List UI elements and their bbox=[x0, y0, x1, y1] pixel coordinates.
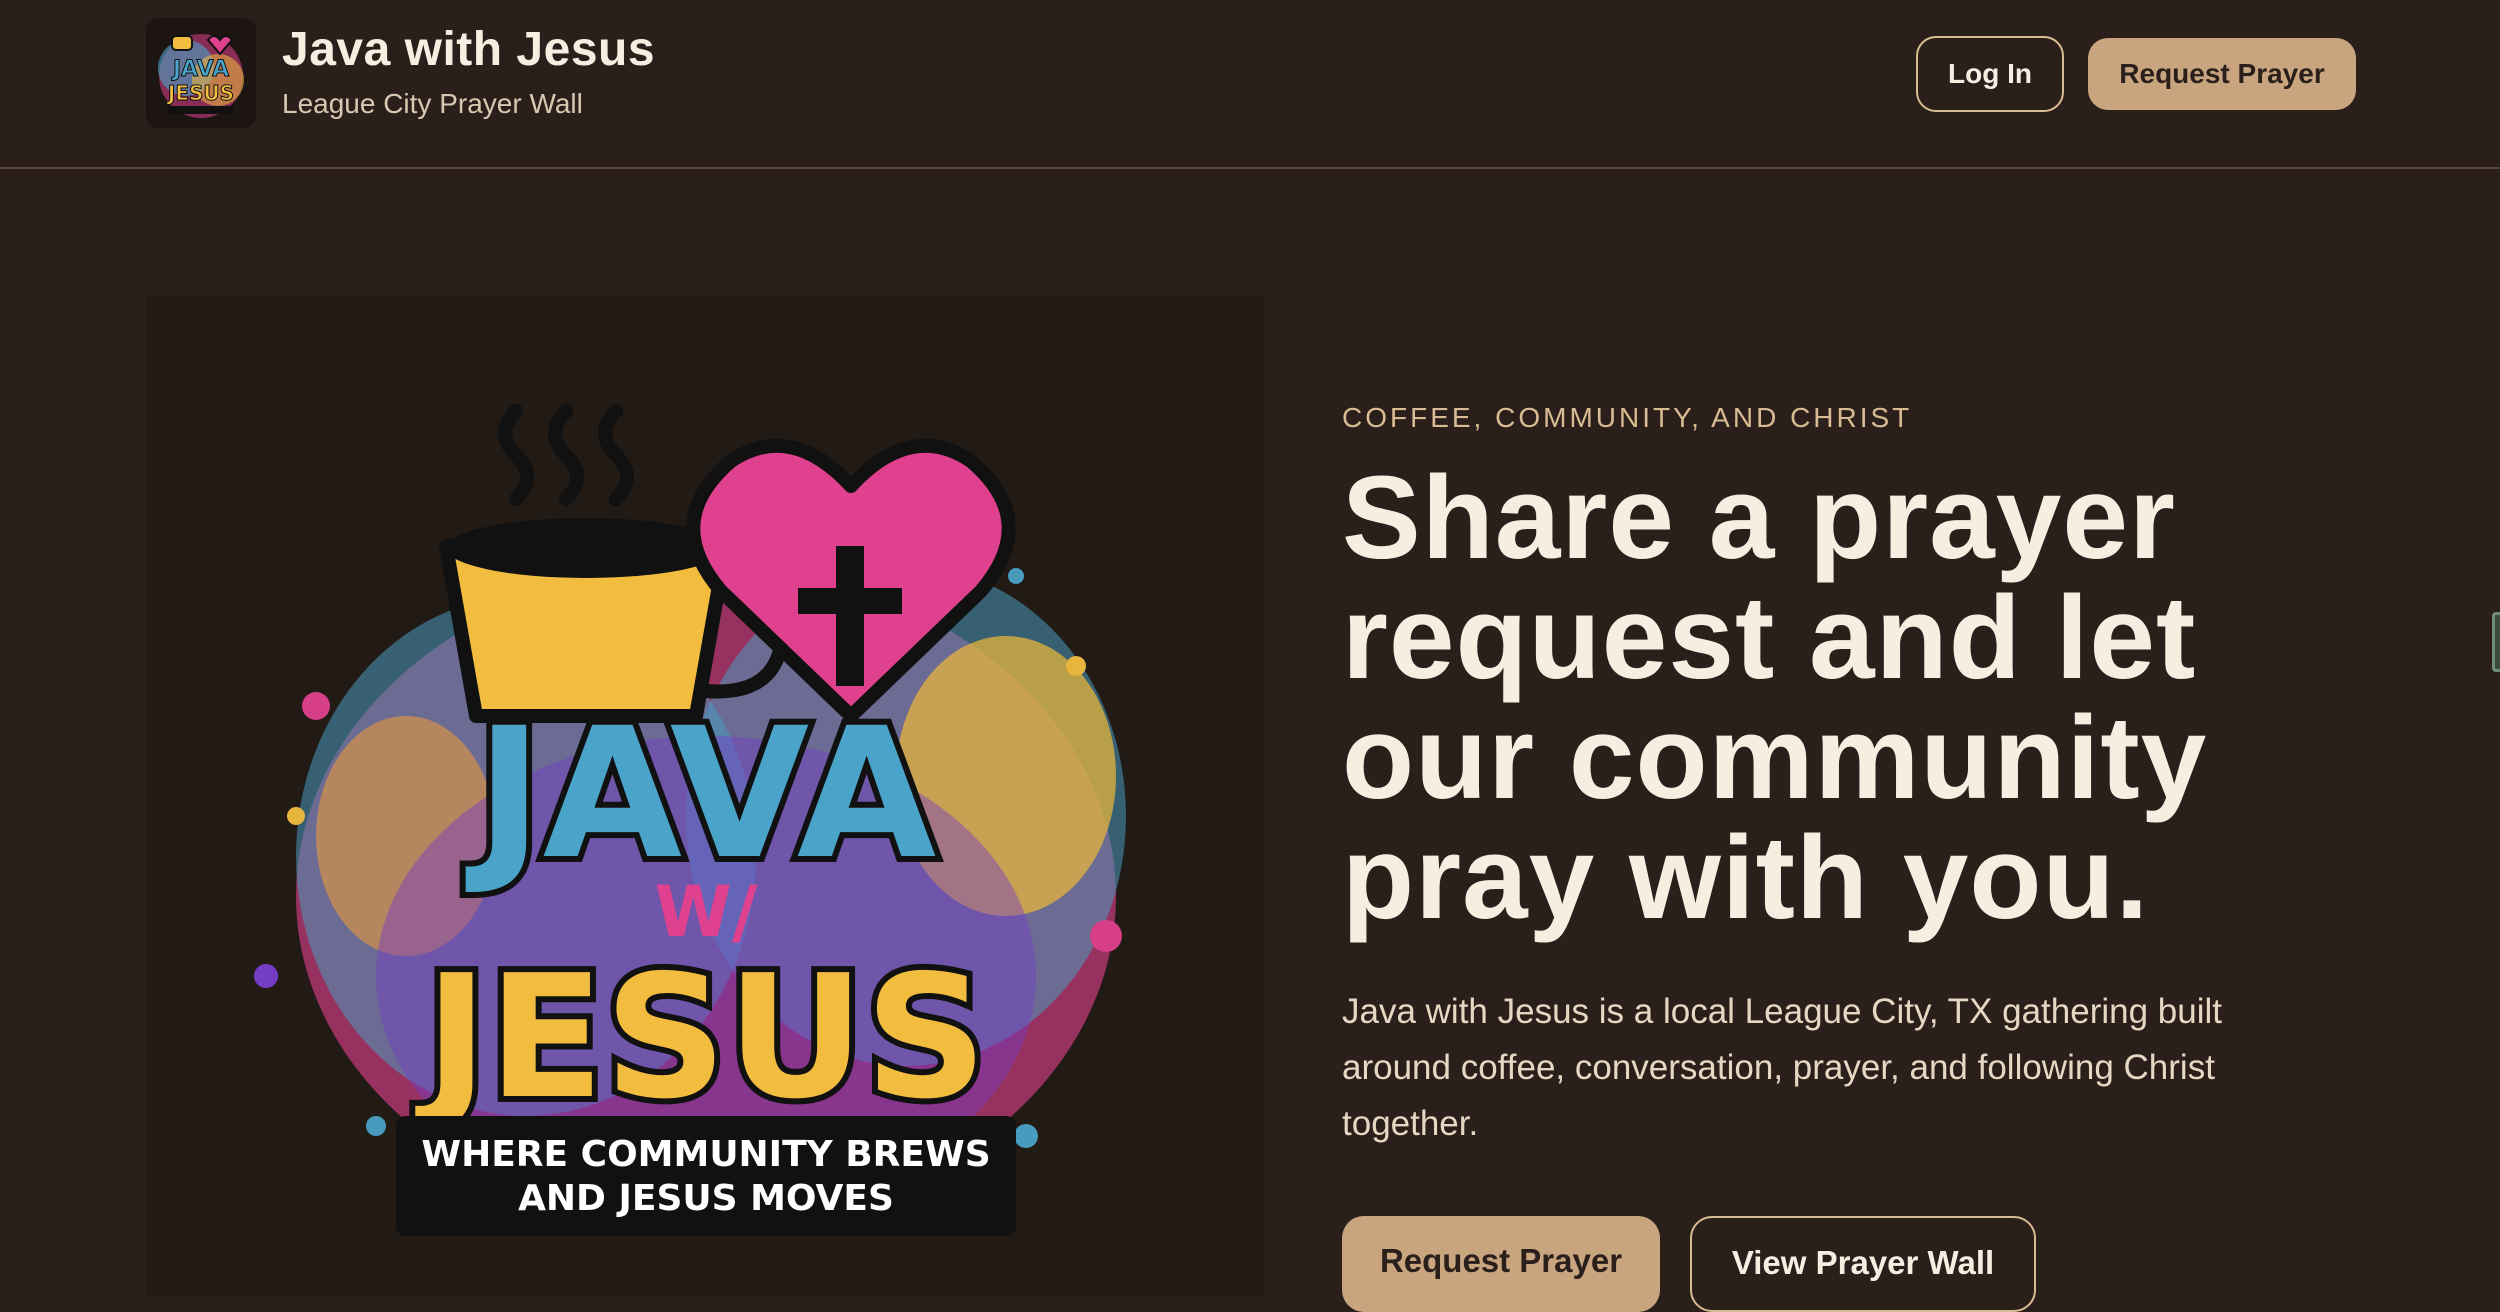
tagline-line-2: AND JESUS MOVES bbox=[518, 1178, 894, 1219]
steam-icon bbox=[498, 404, 634, 506]
hero-description: Java with Jesus is a local League City, … bbox=[1342, 992, 2223, 1143]
hero-logo-image: JAVA W/ JESUS WHERE COMMUNITY BREWS AND … bbox=[146, 296, 1264, 1296]
logo-text-java: JAVA bbox=[465, 690, 936, 899]
svg-text:JESUS: JESUS bbox=[166, 81, 234, 105]
logo-icon[interactable]: JAVA JESUS bbox=[146, 18, 256, 128]
request-prayer-button[interactable]: Request Prayer bbox=[1342, 1216, 1660, 1312]
request-prayer-nav-button[interactable]: Request Prayer bbox=[2088, 38, 2356, 110]
site-header: JAVA JESUS Java with Jesus League City P… bbox=[0, 0, 2500, 169]
tagline-line-1: WHERE COMMUNITY BREWS bbox=[421, 1134, 990, 1175]
logo-text-jesus: JESUS bbox=[415, 939, 987, 1137]
hero-eyebrow: COFFEE, COMMUNITY, AND CHRIST bbox=[1342, 402, 1913, 433]
login-button[interactable]: Log In bbox=[1916, 36, 2064, 112]
view-prayer-wall-button[interactable]: View Prayer Wall bbox=[1690, 1216, 2036, 1312]
site-subtitle: League City Prayer Wall bbox=[282, 88, 583, 119]
hero-headline: Share a prayer request and let our commu… bbox=[1342, 452, 2208, 944]
svg-text:JAVA: JAVA bbox=[171, 57, 229, 82]
site-title[interactable]: Java with Jesus bbox=[282, 22, 655, 77]
window-edge-handle[interactable] bbox=[2492, 612, 2500, 672]
